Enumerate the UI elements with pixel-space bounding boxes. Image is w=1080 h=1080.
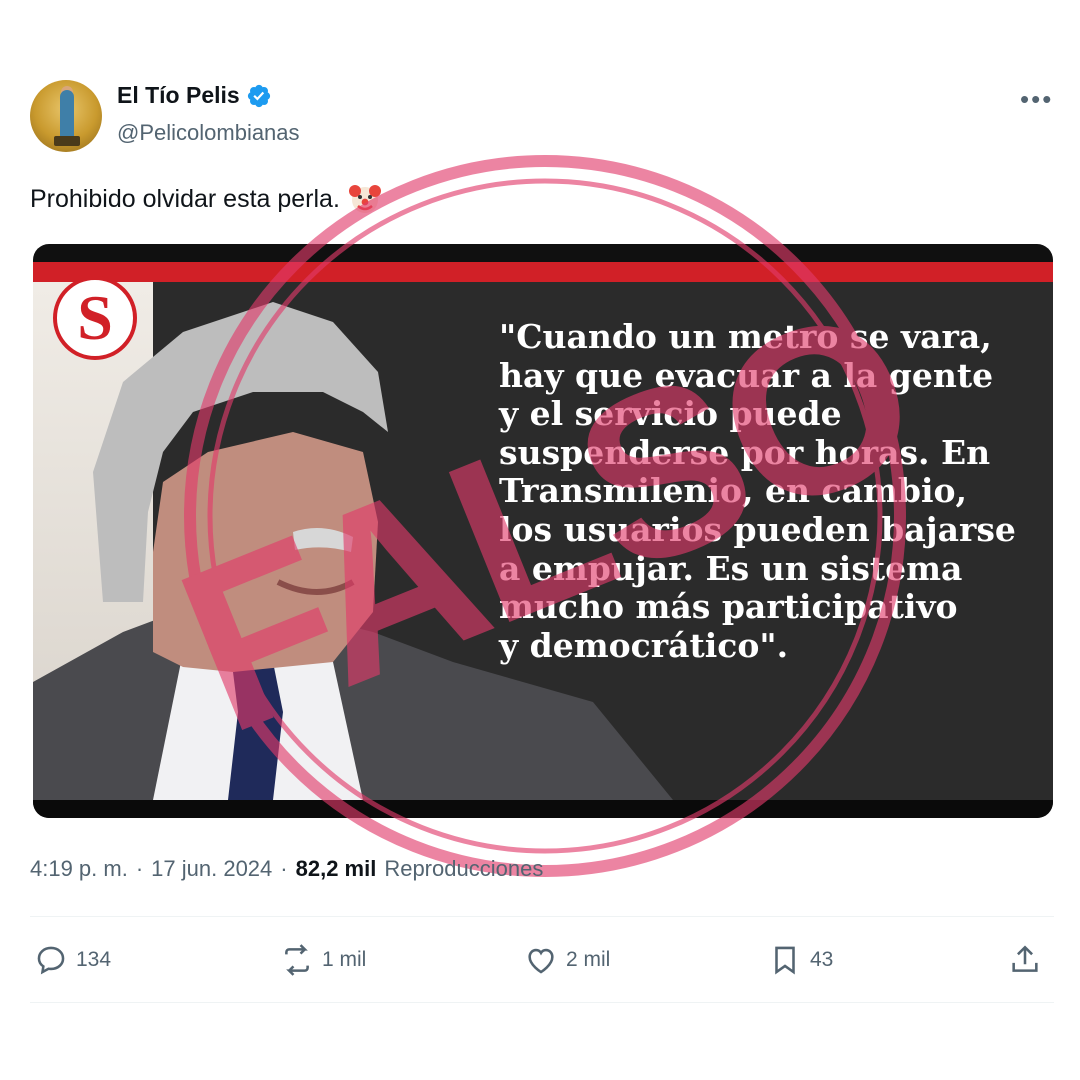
- action-bar: 134 1 mil 2 mil 43: [30, 938, 1054, 982]
- like-button[interactable]: 2 mil: [524, 938, 610, 982]
- media-red-bar: [33, 262, 1053, 282]
- bookmark-icon: [775, 946, 795, 975]
- quote-text: "Cuando un metro se vara, hay que evacua…: [499, 317, 1039, 665]
- divider: [30, 1002, 1054, 1003]
- tweet-media-image[interactable]: S "Cuando un metro se vara, hay que evac…: [33, 244, 1053, 818]
- quote-line: a empujar. Es un sistema: [499, 548, 963, 588]
- tweet-text: Prohibido olvidar esta perla.: [30, 182, 382, 216]
- quote-line: hay que evacuar a la gente: [499, 355, 994, 395]
- quote-line: Transmilenio, en cambio,: [499, 471, 967, 511]
- tweet-time[interactable]: 4:19 p. m.: [30, 856, 128, 882]
- more-horizontal-icon[interactable]: •••: [1020, 84, 1053, 115]
- share-icon: [1012, 945, 1038, 972]
- like-count: 2 mil: [566, 948, 611, 971]
- tweet-meta: 4:19 p. m. · 17 jun. 2024 · 82,2 mil Rep…: [30, 856, 543, 882]
- meta-separator: ·: [135, 856, 144, 881]
- quote-line: los usuarios pueden bajarse: [499, 509, 1016, 549]
- clown-face-icon: [348, 185, 381, 213]
- views-label: Reproducciones: [384, 856, 544, 881]
- author-handle[interactable]: @Pelicolombianas: [117, 120, 300, 146]
- tweet-text-content: Prohibido olvidar esta perla.: [30, 184, 340, 213]
- reply-button[interactable]: 134: [34, 938, 111, 982]
- meta-separator: ·: [280, 856, 288, 881]
- quote-line: "Cuando un metro se vara,: [499, 317, 992, 356]
- repost-count: 1 mil: [322, 948, 367, 971]
- divider: [30, 916, 1054, 917]
- reply-count: 134: [76, 948, 112, 971]
- reply-icon: [37, 946, 65, 975]
- heart-icon: [528, 948, 554, 974]
- repost-button[interactable]: 1 mil: [280, 938, 366, 982]
- avatar[interactable]: [30, 80, 102, 152]
- bookmark-button[interactable]: 43: [768, 938, 833, 982]
- quote-line: mucho más participativo: [499, 587, 958, 627]
- share-button[interactable]: [1008, 938, 1042, 982]
- author-name[interactable]: El Tío Pelis: [117, 82, 240, 109]
- views-count: 82,2 mil: [295, 856, 377, 881]
- author-name-row: El Tío Pelis: [117, 82, 272, 109]
- tweet: El Tío Pelis @Pelicolombianas ••• Prohib…: [0, 0, 1080, 1080]
- repost-icon: [285, 944, 309, 976]
- verified-badge-icon: [247, 84, 270, 107]
- semana-logo: S: [53, 276, 137, 360]
- bookmark-count: 43: [810, 948, 834, 971]
- tweet-date[interactable]: 17 jun. 2024: [151, 856, 272, 882]
- quote-line: y el servicio puede: [499, 394, 842, 434]
- quote-line: y democrático".: [499, 625, 789, 665]
- quote-line: suspenderse por horas. En: [499, 432, 991, 472]
